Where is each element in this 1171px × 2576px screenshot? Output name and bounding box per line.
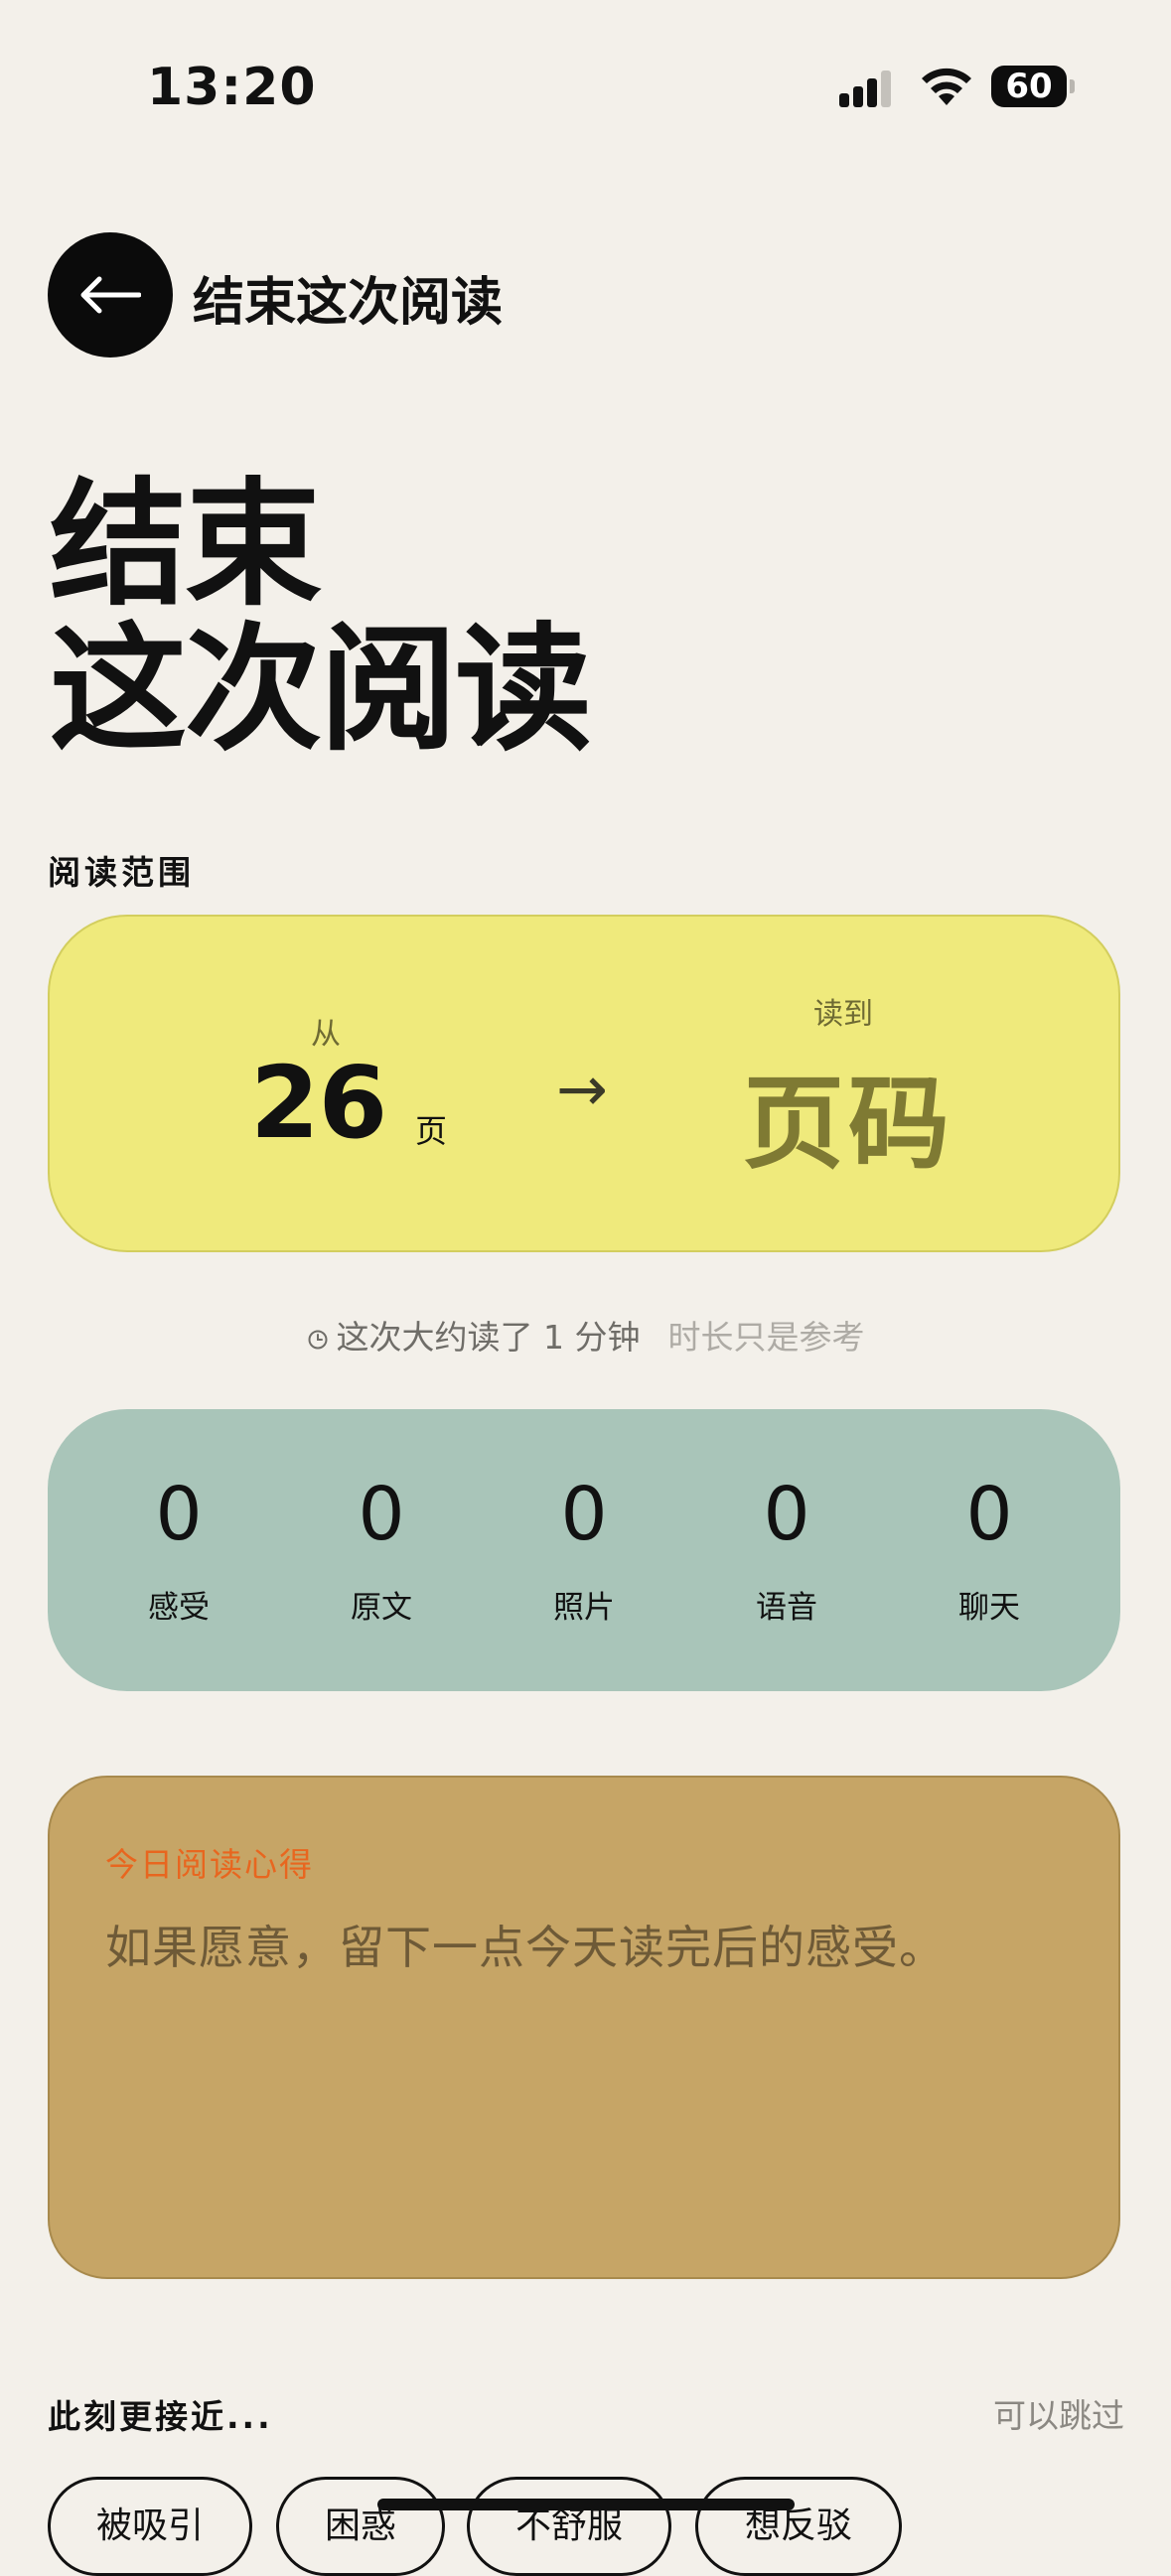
range-section-label: 阅读范围 <box>48 853 195 892</box>
battery-icon: 60 <box>991 66 1075 107</box>
count-label: 感受 <box>148 1589 210 1626</box>
page-title-line2: 这次阅读 <box>50 610 592 770</box>
count-voice[interactable]: 0 语音 <box>707 1475 866 1627</box>
count-photos[interactable]: 0 照片 <box>505 1475 663 1627</box>
home-indicator <box>377 2499 795 2510</box>
mood-chip-uncomfortable[interactable]: 不舒服 <box>467 2477 671 2576</box>
to-label: 读到 <box>813 997 873 1032</box>
count-value: 0 <box>560 1471 608 1557</box>
arrow-right-icon: → <box>556 1053 608 1125</box>
count-label: 照片 <box>553 1589 615 1626</box>
count-label: 聊天 <box>958 1589 1020 1626</box>
duration-text: 这次大约读了 1 分钟 <box>336 1318 641 1357</box>
skip-link[interactable]: 可以跳过 <box>993 2389 1124 2437</box>
count-value: 0 <box>358 1471 405 1557</box>
count-chat[interactable]: 0 聊天 <box>910 1475 1069 1627</box>
arrow-left-icon <box>80 276 141 314</box>
page-unit-label: 页 <box>415 1112 448 1150</box>
count-feelings[interactable]: 0 感受 <box>99 1475 258 1627</box>
count-value: 0 <box>763 1471 810 1557</box>
header-title: 结束这次阅读 <box>193 273 504 333</box>
count-value: 0 <box>965 1471 1013 1557</box>
duration-hint: 时长只是参考 <box>667 1318 865 1357</box>
wifi-icon <box>922 68 971 105</box>
to-page-input[interactable]: 页码 <box>743 1043 953 1189</box>
page-title: 结束 这次阅读 <box>50 465 592 770</box>
back-button[interactable] <box>48 232 173 358</box>
from-page-value[interactable]: 26 <box>250 1045 387 1161</box>
page-title-line1: 结束 <box>50 465 322 625</box>
count-label: 原文 <box>351 1589 412 1626</box>
mood-chip-attracted[interactable]: 被吸引 <box>48 2477 252 2576</box>
reading-duration: 这次大约读了 1 分钟 时长只是参考 <box>0 1311 1171 1359</box>
clock-icon <box>308 1330 327 1350</box>
record-counts-card: 0 感受 0 原文 0 照片 0 语音 0 聊天 <box>48 1409 1120 1691</box>
mood-chip-confused[interactable]: 困惑 <box>276 2477 445 2576</box>
note-placeholder: 如果愿意，留下一点今天读完后的感受。 <box>105 1921 946 1974</box>
note-label: 今日阅读心得 <box>105 1845 314 1884</box>
cellular-signal-icon <box>839 71 891 107</box>
mood-section-title: 此刻更接近... <box>48 2397 273 2436</box>
status-time: 13:20 <box>147 58 317 117</box>
mood-chip-disagree[interactable]: 想反驳 <box>695 2477 902 2576</box>
count-quotes[interactable]: 0 原文 <box>302 1475 461 1627</box>
count-value: 0 <box>155 1471 203 1557</box>
count-label: 语音 <box>756 1589 817 1626</box>
